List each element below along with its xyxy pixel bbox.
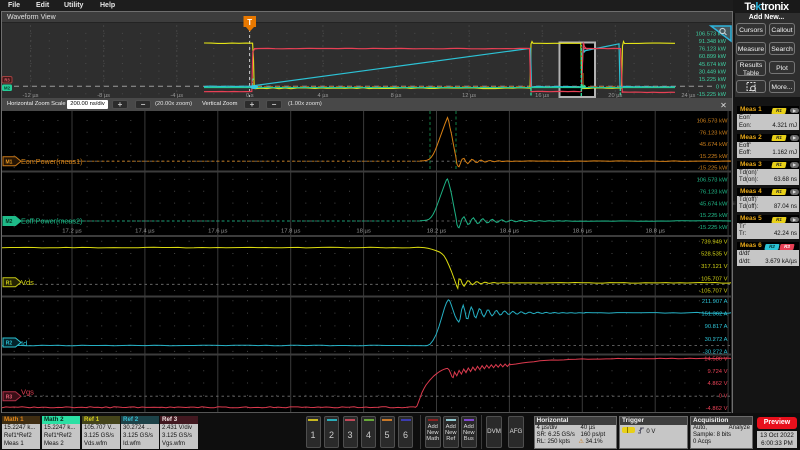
svg-text:-15.225 kW: -15.225 kW — [697, 92, 727, 98]
svg-text:Id: Id — [21, 339, 27, 348]
svg-text:-15.225 kW: -15.225 kW — [698, 166, 728, 172]
svg-text:Eon:Power(meas1): Eon:Power(meas1) — [21, 157, 83, 166]
svg-text:60.899 kW: 60.899 kW — [699, 54, 727, 60]
svg-text:528.535 V: 528.535 V — [701, 252, 728, 258]
svg-text:20 µs: 20 µs — [608, 93, 622, 99]
svg-text:105.707 V: 105.707 V — [701, 276, 728, 282]
svg-text:16 µs: 16 µs — [535, 93, 549, 99]
svg-text:-30.272 A: -30.272 A — [703, 350, 728, 356]
svg-text:151.362 A: 151.362 A — [701, 311, 727, 317]
svg-text:15.225 kW: 15.225 kW — [699, 77, 727, 83]
svg-text:R2: R2 — [6, 341, 13, 347]
svg-text:30.272 A: 30.272 A — [705, 337, 728, 343]
svg-text:Eoff:Power(meas2): Eoff:Power(meas2) — [21, 217, 82, 226]
svg-text:106.573 kW: 106.573 kW — [697, 178, 728, 184]
svg-text:0 s: 0 s — [246, 93, 254, 99]
svg-text:18 µs: 18 µs — [356, 229, 371, 235]
svg-text:317.121 V: 317.121 V — [701, 264, 728, 270]
svg-text:-105.707 V: -105.707 V — [699, 289, 727, 295]
svg-text:R3: R3 — [4, 78, 10, 83]
svg-text:18.6 µs: 18.6 µs — [573, 229, 592, 235]
svg-text:24 µs: 24 µs — [681, 93, 695, 99]
svg-text:18.8 µs: 18.8 µs — [645, 229, 664, 235]
svg-text:12 µs: 12 µs — [462, 93, 476, 99]
svg-text:17.4 µs: 17.4 µs — [135, 229, 154, 235]
svg-text:106.573 kW: 106.573 kW — [697, 119, 728, 125]
svg-text:T: T — [247, 18, 252, 27]
svg-text:R3: R3 — [6, 394, 13, 400]
svg-text:0 V: 0 V — [719, 394, 728, 400]
svg-text:18.2 µs: 18.2 µs — [427, 229, 446, 235]
svg-text:9.724 V: 9.724 V — [708, 369, 728, 375]
svg-text:76.123 kW: 76.123 kW — [700, 130, 728, 136]
svg-text:91.348 kW: 91.348 kW — [699, 39, 727, 45]
svg-text:M2: M2 — [4, 86, 11, 91]
svg-text:76.123 kW: 76.123 kW — [699, 47, 727, 53]
svg-text:45.674 kW: 45.674 kW — [700, 201, 728, 207]
svg-text:4.862 V: 4.862 V — [708, 381, 728, 387]
svg-text:8 µs: 8 µs — [391, 93, 402, 99]
svg-text:-4 µs: -4 µs — [170, 93, 183, 99]
svg-text:-15.225 kW: -15.225 kW — [698, 225, 728, 231]
svg-text:-8 µs: -8 µs — [97, 93, 110, 99]
svg-text:45.674 kW: 45.674 kW — [700, 142, 728, 148]
svg-text:Vgs: Vgs — [21, 388, 34, 397]
svg-text:-4.862 V: -4.862 V — [706, 406, 728, 412]
svg-text:17.2 µs: 17.2 µs — [62, 229, 81, 235]
svg-text:18.4 µs: 18.4 µs — [500, 229, 519, 235]
svg-text:M1: M1 — [6, 159, 13, 165]
svg-text:4 µs: 4 µs — [317, 93, 328, 99]
svg-text:45.674 kW: 45.674 kW — [699, 62, 727, 68]
svg-text:739.949 V: 739.949 V — [701, 239, 728, 245]
svg-text:R1: R1 — [6, 280, 13, 286]
svg-text:14.586 V: 14.586 V — [704, 357, 727, 363]
svg-text:30.449 kW: 30.449 kW — [699, 69, 727, 75]
svg-text:15.225 kW: 15.225 kW — [700, 154, 728, 160]
svg-text:211.907 A: 211.907 A — [702, 299, 728, 305]
svg-text:-12 µs: -12 µs — [23, 93, 39, 99]
svg-text:90.817 A: 90.817 A — [705, 324, 728, 330]
svg-text:15.225 kW: 15.225 kW — [700, 213, 728, 219]
svg-text:17.6 µs: 17.6 µs — [208, 229, 227, 235]
svg-text:Vds: Vds — [21, 278, 34, 287]
svg-text:17.8 µs: 17.8 µs — [281, 229, 300, 235]
svg-text:M2: M2 — [6, 219, 13, 225]
svg-text:0 W: 0 W — [716, 84, 727, 90]
svg-text:76.123 kW: 76.123 kW — [700, 190, 728, 196]
